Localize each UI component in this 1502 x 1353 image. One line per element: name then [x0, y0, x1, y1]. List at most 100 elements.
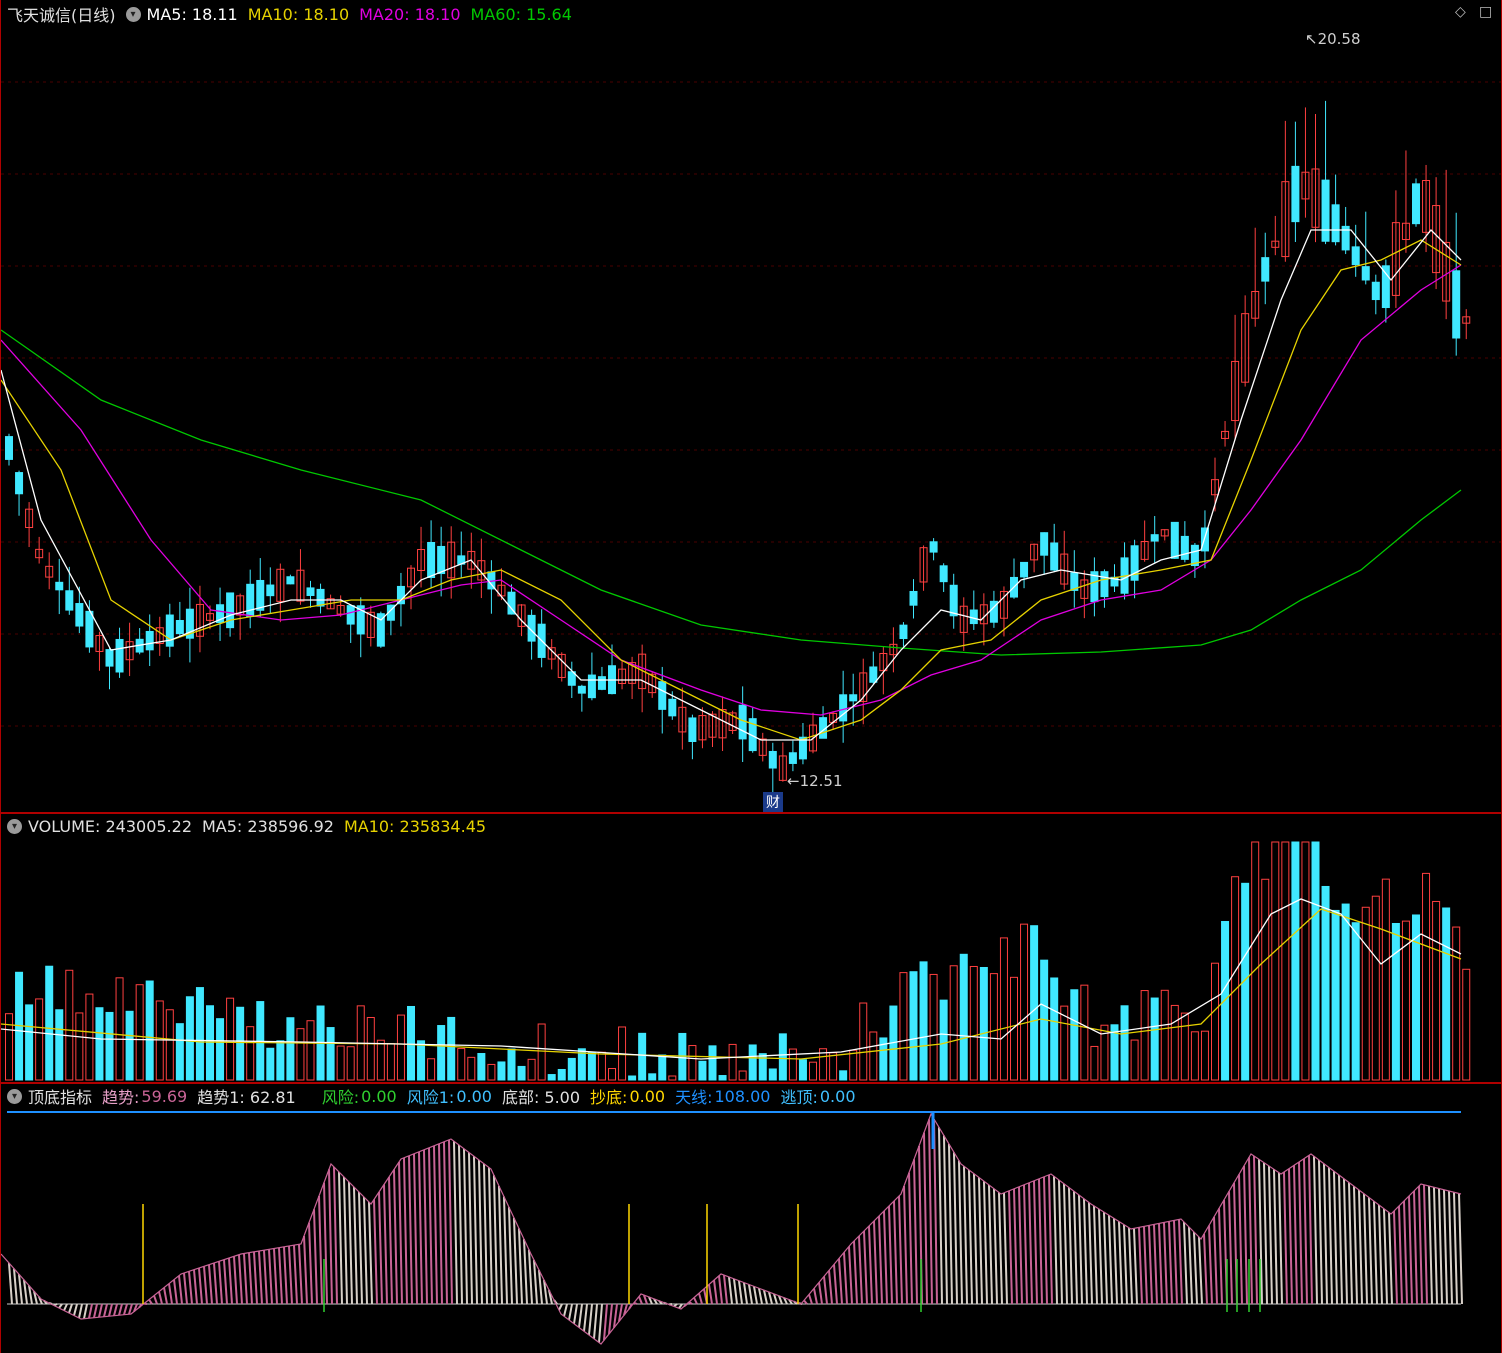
- indicator-panel[interactable]: ▾ 顶底指标 趋势: 59.69 趋势1: 62.81 风险: 0.00 风险1…: [0, 1084, 1502, 1353]
- trend-bar: [423, 1149, 428, 1305]
- volume-chart[interactable]: [1, 814, 1501, 1082]
- escape-key: 逃顶:: [780, 1088, 818, 1107]
- event-badge[interactable]: 财: [763, 792, 783, 812]
- trend-bar: [418, 1151, 423, 1305]
- volume-bar: [1341, 903, 1350, 1081]
- trend-bar: [348, 1181, 353, 1305]
- trend-bar: [953, 1152, 958, 1305]
- volume-bar: [1120, 1005, 1129, 1081]
- indicator-chart[interactable]: [1, 1084, 1501, 1353]
- trend-bar: [958, 1160, 963, 1305]
- chevron-down-icon[interactable]: ▾: [7, 818, 22, 834]
- volume-bar: [1180, 1012, 1189, 1081]
- trend-bar: [1043, 1176, 1048, 1305]
- volume-bar: [306, 1020, 315, 1081]
- trend-bar: [248, 1252, 253, 1305]
- trend-bar: [1083, 1198, 1088, 1305]
- trend-bar: [68, 1303, 73, 1314]
- candle-body: [346, 605, 355, 625]
- trend-bar: [1308, 1155, 1313, 1305]
- trend-bar: [1228, 1191, 1233, 1305]
- volume-bar: [246, 1026, 255, 1081]
- trend-bar: [1423, 1184, 1428, 1305]
- volume-bar: [708, 1045, 717, 1081]
- trend-bar: [818, 1282, 823, 1305]
- trend-bar: [598, 1303, 603, 1343]
- volume-bar: [266, 1047, 275, 1081]
- trend-bar: [858, 1235, 863, 1305]
- candle-body: [145, 630, 154, 651]
- volume-bar: [869, 1031, 878, 1081]
- trend-bar: [1118, 1221, 1123, 1305]
- volume-bar: [597, 1051, 606, 1081]
- volume-panel[interactable]: ▾ VOLUME: 243005.22 MA5: 238596.92 MA10:…: [0, 814, 1502, 1082]
- trend-bar: [1343, 1178, 1348, 1305]
- volume-bar: [135, 984, 144, 1081]
- candlestick-chart[interactable]: [1, 0, 1501, 812]
- candle-body: [15, 472, 24, 495]
- trend-bar: [443, 1141, 448, 1305]
- candle-body: [306, 587, 315, 596]
- trend-bar: [128, 1303, 133, 1315]
- chevron-down-icon[interactable]: ▾: [125, 6, 141, 22]
- trend-bar: [478, 1159, 483, 1305]
- price-panel[interactable]: 飞天诚信 (日线) ▾ MA5: 18.11 MA10: 18.10 MA20:…: [0, 0, 1502, 812]
- volume-bar: [849, 1049, 858, 1081]
- trend-bar: [203, 1266, 208, 1305]
- trend-bar: [803, 1299, 808, 1305]
- chevron-down-icon[interactable]: ▾: [7, 1088, 22, 1104]
- trend-bar: [973, 1173, 978, 1305]
- trend-bar: [1363, 1193, 1368, 1305]
- trend-bar: [228, 1257, 233, 1305]
- trend-bar: [753, 1286, 758, 1305]
- volume-value: VOLUME: 243005.22: [28, 816, 192, 836]
- volume-bar: [1271, 841, 1280, 1081]
- high-price-marker: ↖20.58: [1305, 30, 1361, 48]
- trend-bar: [1048, 1174, 1053, 1305]
- trend-bar: [833, 1264, 838, 1305]
- trend-bar: [153, 1295, 158, 1305]
- trend-bar: [503, 1196, 508, 1305]
- trend-bar: [238, 1254, 243, 1305]
- trend-bar: [1033, 1180, 1038, 1305]
- trend-bar: [1078, 1194, 1083, 1305]
- ma5-value: MA5: 18.11: [146, 4, 238, 24]
- volume-bar: [688, 1045, 697, 1081]
- candle-body: [437, 545, 446, 575]
- trend-bar: [638, 1296, 643, 1305]
- trend-bar: [728, 1276, 733, 1305]
- trend-bar: [1328, 1167, 1333, 1305]
- volume-bar: [798, 1059, 807, 1081]
- trend-bar: [428, 1147, 433, 1305]
- trend-bar: [78, 1303, 83, 1319]
- ma60-value: MA60: 15.64: [470, 4, 572, 24]
- trend-bar: [58, 1303, 63, 1309]
- volume-bar: [1442, 907, 1451, 1081]
- candle-body: [1291, 165, 1300, 223]
- trend-bar: [883, 1210, 888, 1305]
- diamond-icon[interactable]: ◇: [1455, 4, 1466, 20]
- trend1-value: 趋势1: 62.81: [197, 1088, 296, 1107]
- trend-bar: [1058, 1179, 1063, 1305]
- trend-bar: [1413, 1190, 1418, 1305]
- trend-bar: [848, 1246, 853, 1305]
- trend-bar: [1458, 1193, 1463, 1305]
- candle-body: [1261, 257, 1270, 282]
- candle-body: [1452, 270, 1461, 339]
- volume-bar: [899, 972, 908, 1081]
- trend-bar: [1053, 1176, 1058, 1305]
- volume-bar: [65, 969, 74, 1081]
- trend-bar: [698, 1292, 703, 1305]
- volume-bar: [236, 1006, 245, 1081]
- trend-bar: [333, 1166, 338, 1305]
- trend-bar: [123, 1303, 128, 1315]
- volume-bar: [768, 1068, 777, 1081]
- trend-bar: [573, 1303, 578, 1324]
- trend-bar: [923, 1132, 928, 1305]
- trend-bar: [103, 1303, 108, 1317]
- trend-bar: [1013, 1188, 1018, 1305]
- trend-bar: [498, 1185, 503, 1305]
- square-icon[interactable]: □: [1479, 4, 1492, 20]
- volume-bar: [1231, 876, 1240, 1081]
- risk1-value: 0.00: [456, 1086, 492, 1106]
